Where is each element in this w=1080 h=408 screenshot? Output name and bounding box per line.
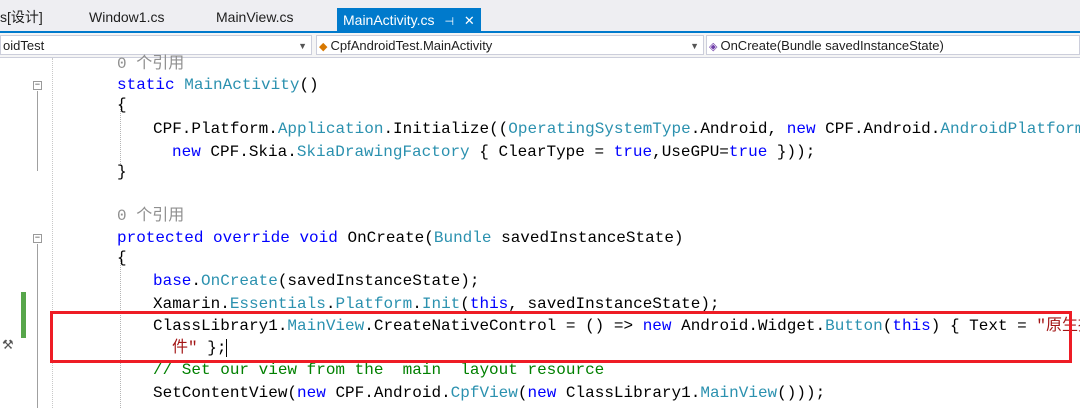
code-line: static MainActivity() [117, 75, 319, 95]
token-text: })); [767, 143, 816, 161]
token-text: ClassLibrary1. [556, 384, 701, 402]
token-text: (savedInstanceState); [277, 272, 480, 290]
project-name: oidTest [3, 38, 45, 53]
token-text: ())); [777, 384, 826, 402]
token-keyword: true [728, 143, 768, 161]
token-type: OnCreate [201, 272, 278, 290]
class-name: CpfAndroidTest.MainActivity [330, 38, 493, 53]
tab-design[interactable]: s[设计] [0, 6, 43, 33]
token-text: () [299, 76, 319, 94]
token-keyword: base [153, 272, 192, 290]
indent-guide [120, 106, 121, 166]
token-text: .Android, [690, 120, 787, 138]
code-line: new CPF.Skia.SkiaDrawingFactory { ClearT… [172, 142, 815, 162]
close-icon[interactable]: ✕ [464, 13, 475, 28]
tab-mainview[interactable]: MainView.cs [216, 6, 294, 33]
token-type: CpfView [450, 384, 518, 402]
tab-label: Window1.cs [89, 9, 165, 25]
token-text: { ClearType = [469, 143, 614, 161]
token-type: AndroidPlatform [940, 120, 1080, 138]
token-type: MainView [700, 384, 778, 402]
reference-count[interactable]: 0 个引用 [117, 54, 184, 74]
code-line: SetContentView(new CPF.Android.CpfView(n… [153, 383, 825, 403]
token-text: . [191, 272, 202, 290]
token-type: SkiaDrawingFactory [296, 143, 470, 161]
member-name: OnCreate(Bundle savedInstanceState) [720, 38, 944, 53]
token-type: Bundle [433, 229, 492, 247]
token-keyword: new [172, 143, 201, 161]
pin-icon[interactable]: ⊣ [444, 16, 454, 28]
highlight-annotation-box [50, 311, 1072, 363]
method-icon: ◈ [709, 41, 718, 53]
token-text: savedInstanceState) [491, 229, 684, 247]
tab-label: s[设计] [0, 9, 43, 25]
token-text: .Initialize(( [383, 120, 509, 138]
member-dropdown[interactable]: ◈ OnCreate(Bundle savedInstanceState) [706, 35, 1080, 55]
token-text: CPF.Android. [815, 120, 941, 138]
tab-mainactivity[interactable]: MainActivity.cs ⊣ ✕ [337, 8, 481, 33]
token-text: SetContentView( [153, 384, 298, 402]
dropdown-arrow-icon: ▼ [298, 41, 307, 51]
collapse-toggle-static-ctor[interactable]: − [33, 81, 42, 90]
token-type: Application [277, 120, 384, 138]
code-line: base.OnCreate(savedInstanceState); [153, 271, 479, 291]
token-text: CPF.Skia. [200, 143, 297, 161]
code-line: } [117, 163, 127, 181]
tab-window1[interactable]: Window1.cs [89, 6, 164, 33]
code-line: { [117, 249, 127, 267]
token-text: ( [517, 384, 528, 402]
code-line: { [117, 96, 127, 114]
change-indicator [21, 292, 26, 338]
token-text: ,UseGPU= [652, 143, 729, 161]
token-keyword: override [203, 229, 290, 247]
code-comment: // Set our view from the main layout res… [153, 361, 605, 379]
fold-line [37, 244, 38, 408]
token-keyword: new [786, 120, 816, 138]
token-type: OperatingSystemType [508, 120, 691, 138]
code-line: CPF.Platform.Application.Initialize((Ope… [153, 119, 1080, 139]
tab-label: MainActivity.cs [343, 12, 435, 28]
document-tab-bar: s[设计] Window1.cs MainView.cs MainActivit… [0, 0, 1080, 33]
token-text: CPF.Platform. [153, 120, 278, 138]
token-type: MainActivity [184, 76, 300, 94]
token-keyword: static [117, 76, 175, 94]
fold-line [37, 91, 38, 171]
class-icon: ◆ [319, 41, 328, 53]
screwdriver-icon[interactable]: ⚒ [2, 338, 14, 353]
dropdown-arrow-icon: ▼ [690, 41, 699, 51]
collapse-toggle-oncreate[interactable]: − [33, 234, 42, 243]
token-text: OnCreate( [337, 229, 434, 247]
token-keyword: true [613, 143, 653, 161]
token-keyword: protected [117, 229, 204, 247]
class-dropdown[interactable]: ◆ CpfAndroidTest.MainActivity ▼ [316, 35, 704, 55]
token-keyword: void [289, 229, 338, 247]
token-keyword: new [297, 384, 326, 402]
token-keyword: new [527, 384, 557, 402]
code-line: protected override void OnCreate(Bundle … [117, 228, 684, 248]
reference-count[interactable]: 0 个引用 [117, 206, 184, 226]
tab-label: MainView.cs [216, 9, 294, 25]
project-dropdown[interactable]: oidTest ▼ [0, 35, 312, 55]
token-text: CPF.Android. [325, 384, 451, 402]
